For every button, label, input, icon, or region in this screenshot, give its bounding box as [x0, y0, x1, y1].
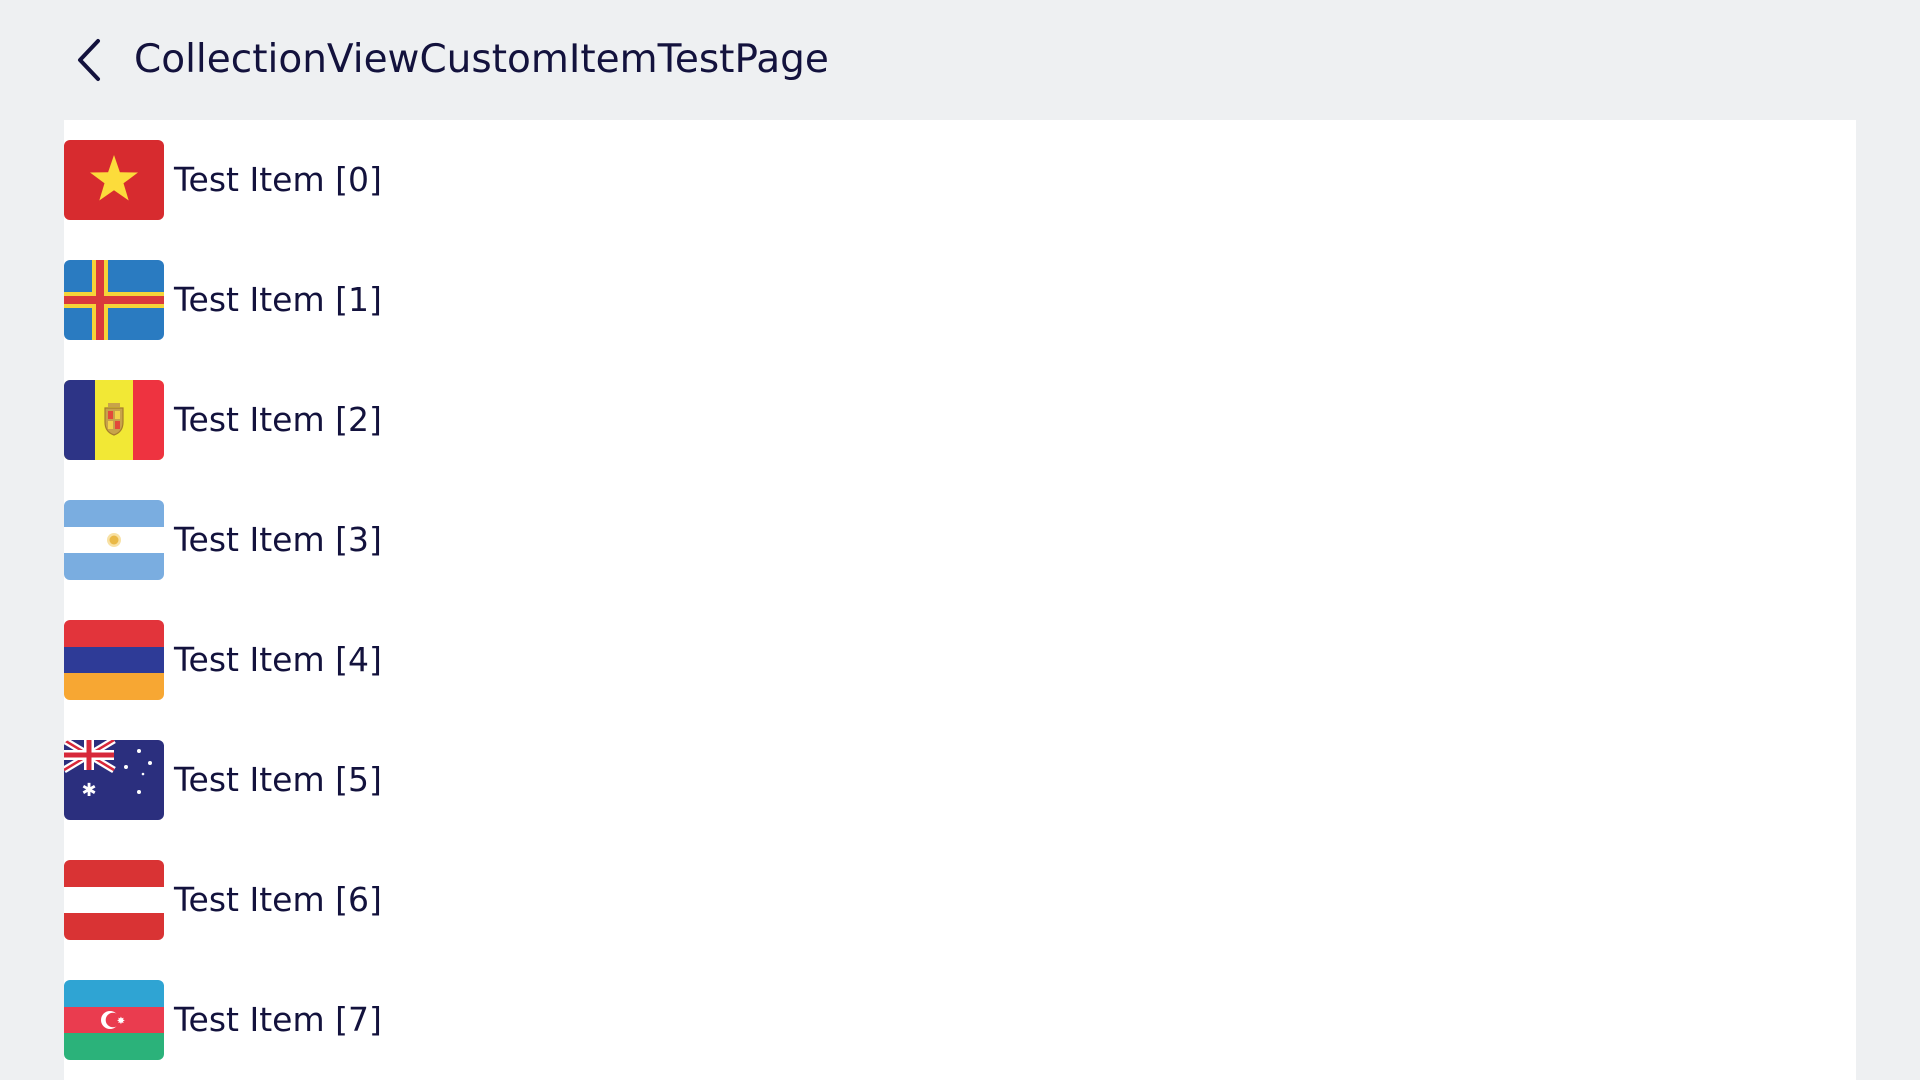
azerbaijan-flag-icon: ✸ — [64, 980, 164, 1060]
svg-text:✸: ✸ — [117, 1016, 125, 1027]
list-item[interactable]: Test Item [3] — [64, 480, 1856, 600]
aland-flag-icon — [64, 260, 164, 340]
list-item[interactable]: ✱ Test Item [5] — [64, 720, 1856, 840]
item-label: Test Item [4] — [174, 640, 382, 679]
page-title: CollectionViewCustomItemTestPage — [134, 37, 829, 82]
item-label: Test Item [5] — [174, 760, 382, 799]
list-item[interactable]: Test Item [0] — [64, 120, 1856, 240]
list-item[interactable]: Test Item [6] — [64, 840, 1856, 960]
list-item[interactable]: Test Item [2] — [64, 360, 1856, 480]
item-label: Test Item [7] — [174, 1000, 382, 1039]
list-item[interactable]: Test Item [1] — [64, 240, 1856, 360]
list-item[interactable]: ✸ Test Item [7] — [64, 960, 1856, 1080]
austria-flag-icon — [64, 860, 164, 940]
vietnam-flag-icon — [64, 140, 164, 220]
app-header: CollectionViewCustomItemTestPage — [0, 0, 1920, 120]
svg-text:✱: ✱ — [81, 780, 96, 801]
collection-view[interactable]: Test Item [0] Test Item [1] Test Item [2… — [64, 120, 1856, 1080]
back-button[interactable] — [64, 32, 114, 88]
item-label: Test Item [0] — [174, 160, 382, 199]
item-label: Test Item [2] — [174, 400, 382, 439]
list-item[interactable]: Test Item [4] — [64, 600, 1856, 720]
item-label: Test Item [3] — [174, 520, 382, 559]
australia-flag-icon: ✱ — [64, 740, 164, 820]
argentina-flag-icon — [64, 500, 164, 580]
item-label: Test Item [6] — [174, 880, 382, 919]
andorra-flag-icon — [64, 380, 164, 460]
armenia-flag-icon — [64, 620, 164, 700]
item-label: Test Item [1] — [174, 280, 382, 319]
chevron-left-icon — [78, 39, 100, 81]
